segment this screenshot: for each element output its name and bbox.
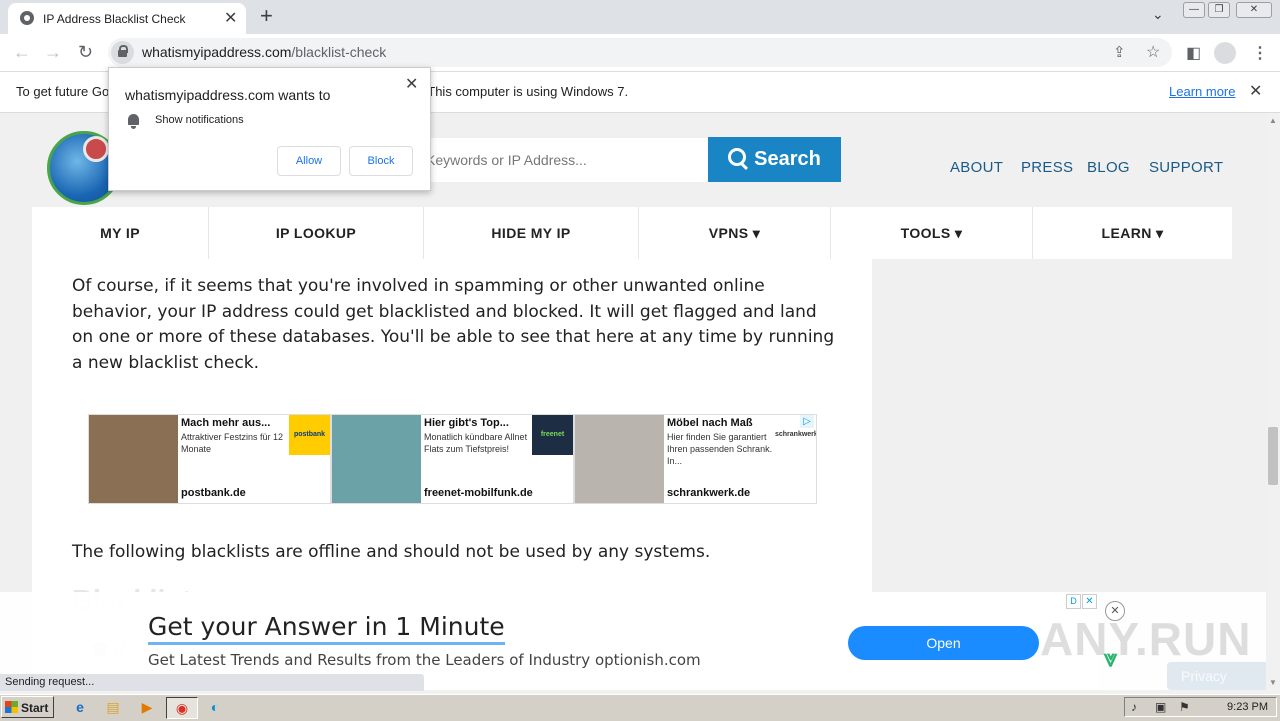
scroll-thumb[interactable] bbox=[1268, 427, 1278, 485]
page-scrollbar[interactable] bbox=[1266, 113, 1280, 690]
tab-close-icon[interactable]: ✕ bbox=[224, 8, 237, 28]
tab-search-icon[interactable]: ⌄ bbox=[1152, 6, 1164, 23]
ad-title: Möbel nach Maß bbox=[667, 417, 753, 429]
search-placeholder: Keywords or IP Address... bbox=[426, 152, 587, 168]
start-button[interactable]: Start bbox=[1, 696, 54, 718]
ad-close-icon[interactable]: ✕ bbox=[1105, 601, 1125, 621]
ad-title: Hier gibt's Top... bbox=[424, 417, 509, 429]
ad-image bbox=[575, 415, 664, 503]
url-text[interactable]: whatismyipaddress.com/blacklist-check bbox=[142, 44, 386, 60]
banner-headline: Get your Answer in 1 Minute bbox=[148, 612, 505, 645]
press-link[interactable]: PRESS bbox=[1021, 159, 1073, 176]
banner-subtext: Get Latest Trends and Results from the L… bbox=[148, 651, 701, 669]
lock-icon[interactable] bbox=[111, 41, 134, 64]
url-path: /blacklist-check bbox=[291, 44, 387, 60]
nav-ip-lookup[interactable]: IP LOOKUP bbox=[209, 207, 424, 259]
new-tab-button[interactable]: + bbox=[260, 3, 273, 29]
status-bar: Sending request... bbox=[0, 674, 424, 691]
nav-hide-my-ip[interactable]: HIDE MY IP bbox=[424, 207, 639, 259]
ad-card-postbank[interactable]: Mach mehr aus... Attraktiver Festzins fü… bbox=[88, 414, 331, 504]
ad-dismiss-icon[interactable]: ✕ bbox=[1082, 594, 1097, 609]
nav-vpns[interactable]: VPNS ▾ bbox=[639, 207, 831, 259]
back-icon[interactable]: ← bbox=[13, 42, 31, 63]
search-icon bbox=[728, 148, 747, 166]
permission-text: Show notifications bbox=[155, 114, 244, 126]
address-bar[interactable]: whatismyipaddress.com/blacklist-check ⇪ … bbox=[108, 38, 1172, 67]
ad-open-button[interactable]: Open bbox=[848, 626, 1039, 660]
privacy-badge[interactable]: Privacy bbox=[1167, 662, 1277, 690]
ad-description: Monatlich kündbare Allnet Flats zum Tief… bbox=[424, 432, 528, 454]
allow-button[interactable]: Allow bbox=[277, 146, 341, 176]
ad-card-freenet[interactable]: Hier gibt's Top... Monatlich kündbare Al… bbox=[331, 414, 574, 504]
ad-description: Hier finden Sie garantiert Ihren passend… bbox=[667, 432, 773, 466]
bell-icon bbox=[128, 114, 139, 129]
adchoices-icon[interactable]: ▷ bbox=[800, 415, 814, 428]
scroll-down-icon[interactable]: ▼ bbox=[1269, 678, 1277, 687]
optionish-logo-icon: ⩔ bbox=[1104, 645, 1118, 672]
action-center-flag-icon[interactable]: ⚑ bbox=[1179, 700, 1190, 714]
edge-icon[interactable]: ◐ bbox=[204, 697, 226, 717]
nav-tools[interactable]: TOOLS ▾ bbox=[831, 207, 1033, 259]
nav-my-ip[interactable]: MY IP bbox=[32, 207, 209, 259]
ad-domain: schrankwerk.de bbox=[667, 487, 751, 499]
ad-title: Mach mehr aus... bbox=[181, 417, 271, 429]
infobar-close-icon[interactable]: ✕ bbox=[1249, 81, 1262, 101]
ie-icon[interactable]: e bbox=[69, 697, 91, 717]
ad-domain: postbank.de bbox=[181, 487, 246, 499]
ad-card-schrankwerk[interactable]: Möbel nach Maß Hier finden Sie garantier… bbox=[574, 414, 817, 504]
minimize-button[interactable]: — bbox=[1183, 2, 1205, 18]
ad-logo: freenet bbox=[532, 415, 573, 455]
support-link[interactable]: SUPPORT bbox=[1149, 159, 1223, 176]
about-link[interactable]: ABOUT bbox=[950, 159, 1003, 176]
blacklist-paragraph: Of course, if it seems that you're invol… bbox=[72, 276, 835, 373]
anyrun-watermark: ANY.RUN bbox=[1040, 613, 1252, 665]
media-player-icon[interactable]: ▶ bbox=[136, 697, 158, 717]
forward-icon[interactable]: → bbox=[44, 42, 62, 63]
main-nav: MY IP IP LOOKUP HIDE MY IP VPNS ▾ TOOLS … bbox=[32, 207, 1232, 259]
nav-learn[interactable]: LEARN ▾ bbox=[1033, 207, 1232, 259]
start-label: Start bbox=[21, 701, 49, 715]
ad-image bbox=[332, 415, 421, 503]
adchoices-icon[interactable]: D bbox=[1066, 594, 1081, 609]
network-icon[interactable]: ▣ bbox=[1155, 700, 1166, 714]
chrome-icon[interactable]: ◉ bbox=[166, 697, 198, 719]
windows-flag-icon bbox=[5, 701, 18, 713]
notification-permission-popup: whatismyipaddress.com wants to ✕ Show no… bbox=[108, 67, 431, 191]
url-host: whatismyipaddress.com bbox=[142, 44, 292, 60]
ad-logo: postbank bbox=[289, 415, 330, 455]
search-button-label: Search bbox=[754, 148, 821, 170]
browser-tab[interactable]: IP Address Blacklist Check ✕ bbox=[8, 3, 246, 34]
page-viewport: Keywords or IP Address... Search ABOUT P… bbox=[0, 113, 1266, 675]
scroll-up-icon[interactable]: ▲ bbox=[1269, 116, 1277, 125]
profile-avatar-icon[interactable] bbox=[1214, 42, 1236, 64]
block-button[interactable]: Block bbox=[349, 146, 413, 176]
volume-icon[interactable]: ♪ bbox=[1131, 700, 1137, 714]
bookmark-star-icon[interactable]: ☆ bbox=[1146, 42, 1160, 62]
search-button[interactable]: Search bbox=[708, 137, 841, 182]
window-close-button[interactable]: ✕ bbox=[1236, 2, 1272, 18]
logo-marker-icon bbox=[83, 136, 109, 162]
clock: 9:23 PM bbox=[1227, 701, 1268, 713]
learn-more-link[interactable]: Learn more bbox=[1169, 84, 1235, 99]
ad-unit: Mach mehr aus... Attraktiver Festzins fü… bbox=[88, 414, 817, 504]
ad-description: Attraktiver Festzins für 12 Monate bbox=[181, 432, 284, 454]
search-input[interactable]: Keywords or IP Address... bbox=[422, 138, 708, 182]
side-panel-icon[interactable]: ◧ bbox=[1186, 43, 1201, 63]
ad-domain: freenet-mobilfunk.de bbox=[424, 487, 533, 499]
ad-image bbox=[89, 415, 178, 503]
restore-button[interactable]: ❐ bbox=[1208, 2, 1230, 18]
share-icon[interactable]: ⇪ bbox=[1113, 43, 1126, 61]
blog-link[interactable]: BLOG bbox=[1087, 159, 1130, 176]
offline-paragraph: The following blacklists are offline and… bbox=[72, 542, 711, 562]
tab-title: IP Address Blacklist Check bbox=[43, 12, 186, 26]
reload-icon[interactable]: ↻ bbox=[78, 42, 93, 63]
popup-title: whatismyipaddress.com wants to bbox=[125, 87, 331, 103]
explorer-icon[interactable]: ▤ bbox=[102, 697, 124, 717]
menu-dots-icon[interactable]: ⋮ bbox=[1252, 43, 1268, 63]
popup-close-icon[interactable]: ✕ bbox=[405, 74, 418, 94]
system-tray: ♪ ▣ ⚑ 9:23 PM bbox=[1124, 697, 1277, 717]
privacy-label: Privacy bbox=[1181, 668, 1227, 684]
globe-icon bbox=[20, 11, 34, 25]
